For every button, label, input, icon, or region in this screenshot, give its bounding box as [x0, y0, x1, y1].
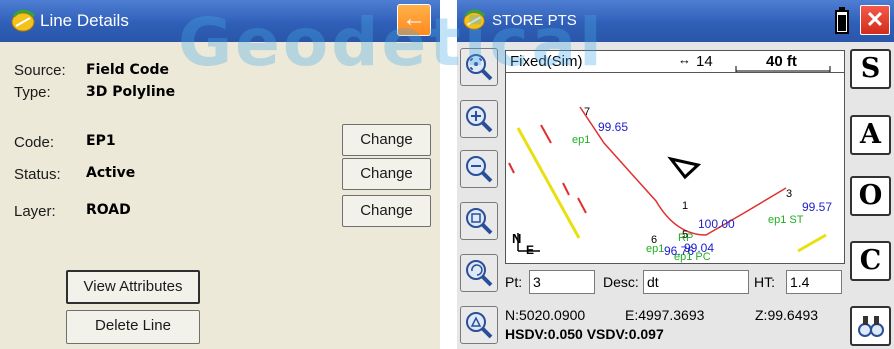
zoom-previous-button[interactable]: [460, 254, 498, 292]
point-number-input[interactable]: 3: [529, 270, 595, 294]
satellite-count: 14: [696, 53, 713, 70]
close-icon[interactable]: ✕: [860, 5, 890, 35]
map-elev-label: 100.00: [698, 217, 735, 231]
delete-line-button[interactable]: Delete Line: [66, 310, 200, 344]
height-input[interactable]: 1.4: [786, 270, 842, 294]
yellow-line: [516, 127, 581, 239]
zoom-to-point-button[interactable]: [460, 306, 498, 344]
red-dash: [508, 162, 515, 174]
easting-readout: E:4997.3693: [625, 307, 705, 323]
app-logo-icon: [11, 9, 36, 32]
layer-value: ROAD: [86, 202, 131, 218]
zoom-window-button[interactable]: [460, 202, 498, 240]
map-elev-label: 99.57: [802, 200, 832, 214]
zoom-out-button[interactable]: [460, 150, 498, 188]
battery-icon: [835, 7, 849, 34]
zoom-previous-icon: [466, 260, 493, 287]
zoom-to-point-icon: [466, 312, 493, 339]
point-label: Pt:: [505, 274, 523, 290]
map-code-label: ep1: [572, 134, 590, 146]
search-users-button[interactable]: [850, 306, 891, 346]
source-label: Source:: [14, 62, 66, 79]
code-label: Code:: [14, 134, 55, 151]
map-code-label: ep1 PC: [674, 251, 711, 263]
type-label: Type:: [14, 84, 51, 101]
map-canvas: 7 99.65 ep1 1 100.00 3 99.57 ep1 ST 6 RP…: [508, 106, 832, 258]
red-dash: [562, 182, 570, 196]
elevation-readout: Z:99.6493: [755, 307, 819, 323]
map-point-label: 1: [682, 200, 688, 212]
satellite-icon: ↔: [678, 52, 691, 67]
description-input[interactable]: dt: [643, 270, 749, 294]
northing-readout: N:5020.0900: [505, 307, 586, 323]
map-point-label: 3: [786, 188, 792, 200]
zoom-in-button[interactable]: [460, 100, 498, 138]
map-code-label: ep1: [646, 243, 665, 255]
line-details-title: Line Details: [40, 11, 129, 30]
height-label: HT:: [754, 274, 775, 290]
code-value: EP1: [86, 133, 116, 149]
watermark: Geodetical: [178, 4, 605, 81]
scale-bar-icon: [735, 66, 831, 72]
red-dash: [577, 197, 587, 214]
store-c-button[interactable]: C: [850, 241, 891, 281]
zoom-out-icon: [466, 156, 493, 183]
map-point-label: 5: [682, 229, 689, 241]
map-point-label: 7: [584, 106, 590, 118]
store-o-button[interactable]: O: [850, 176, 891, 216]
source-value: Field Code: [86, 62, 169, 78]
precision-readout: HSDV:0.050 VSDV:0.097: [505, 326, 664, 342]
map-elev-label: 99.65: [598, 120, 628, 134]
view-attributes-button[interactable]: View Attributes: [66, 270, 200, 304]
change-code-button[interactable]: Change: [342, 124, 431, 156]
status-label: Status:: [14, 166, 61, 183]
zoom-in-icon: [466, 106, 493, 133]
change-status-button[interactable]: Change: [342, 158, 431, 190]
yellow-line: [797, 233, 827, 253]
east-label: E: [526, 243, 535, 257]
north-label: N: [512, 231, 522, 246]
map-view[interactable]: Fixed(Sim) ↔ 14 40 ft 7 99.65 ep1 1 100.…: [505, 50, 845, 264]
layer-label: Layer:: [14, 203, 56, 220]
current-position-icon: [667, 156, 702, 180]
binoculars-icon: [857, 316, 884, 337]
status-value: Active: [86, 165, 136, 181]
map-code-label: ep1 ST: [768, 214, 804, 226]
red-dash: [540, 124, 552, 144]
zoom-window-icon: [466, 208, 493, 235]
description-label: Desc:: [603, 274, 639, 290]
store-s-button[interactable]: S: [850, 49, 891, 89]
type-value: 3D Polyline: [86, 84, 176, 100]
store-a-button[interactable]: A: [850, 115, 891, 155]
change-layer-button[interactable]: Change: [342, 195, 431, 227]
